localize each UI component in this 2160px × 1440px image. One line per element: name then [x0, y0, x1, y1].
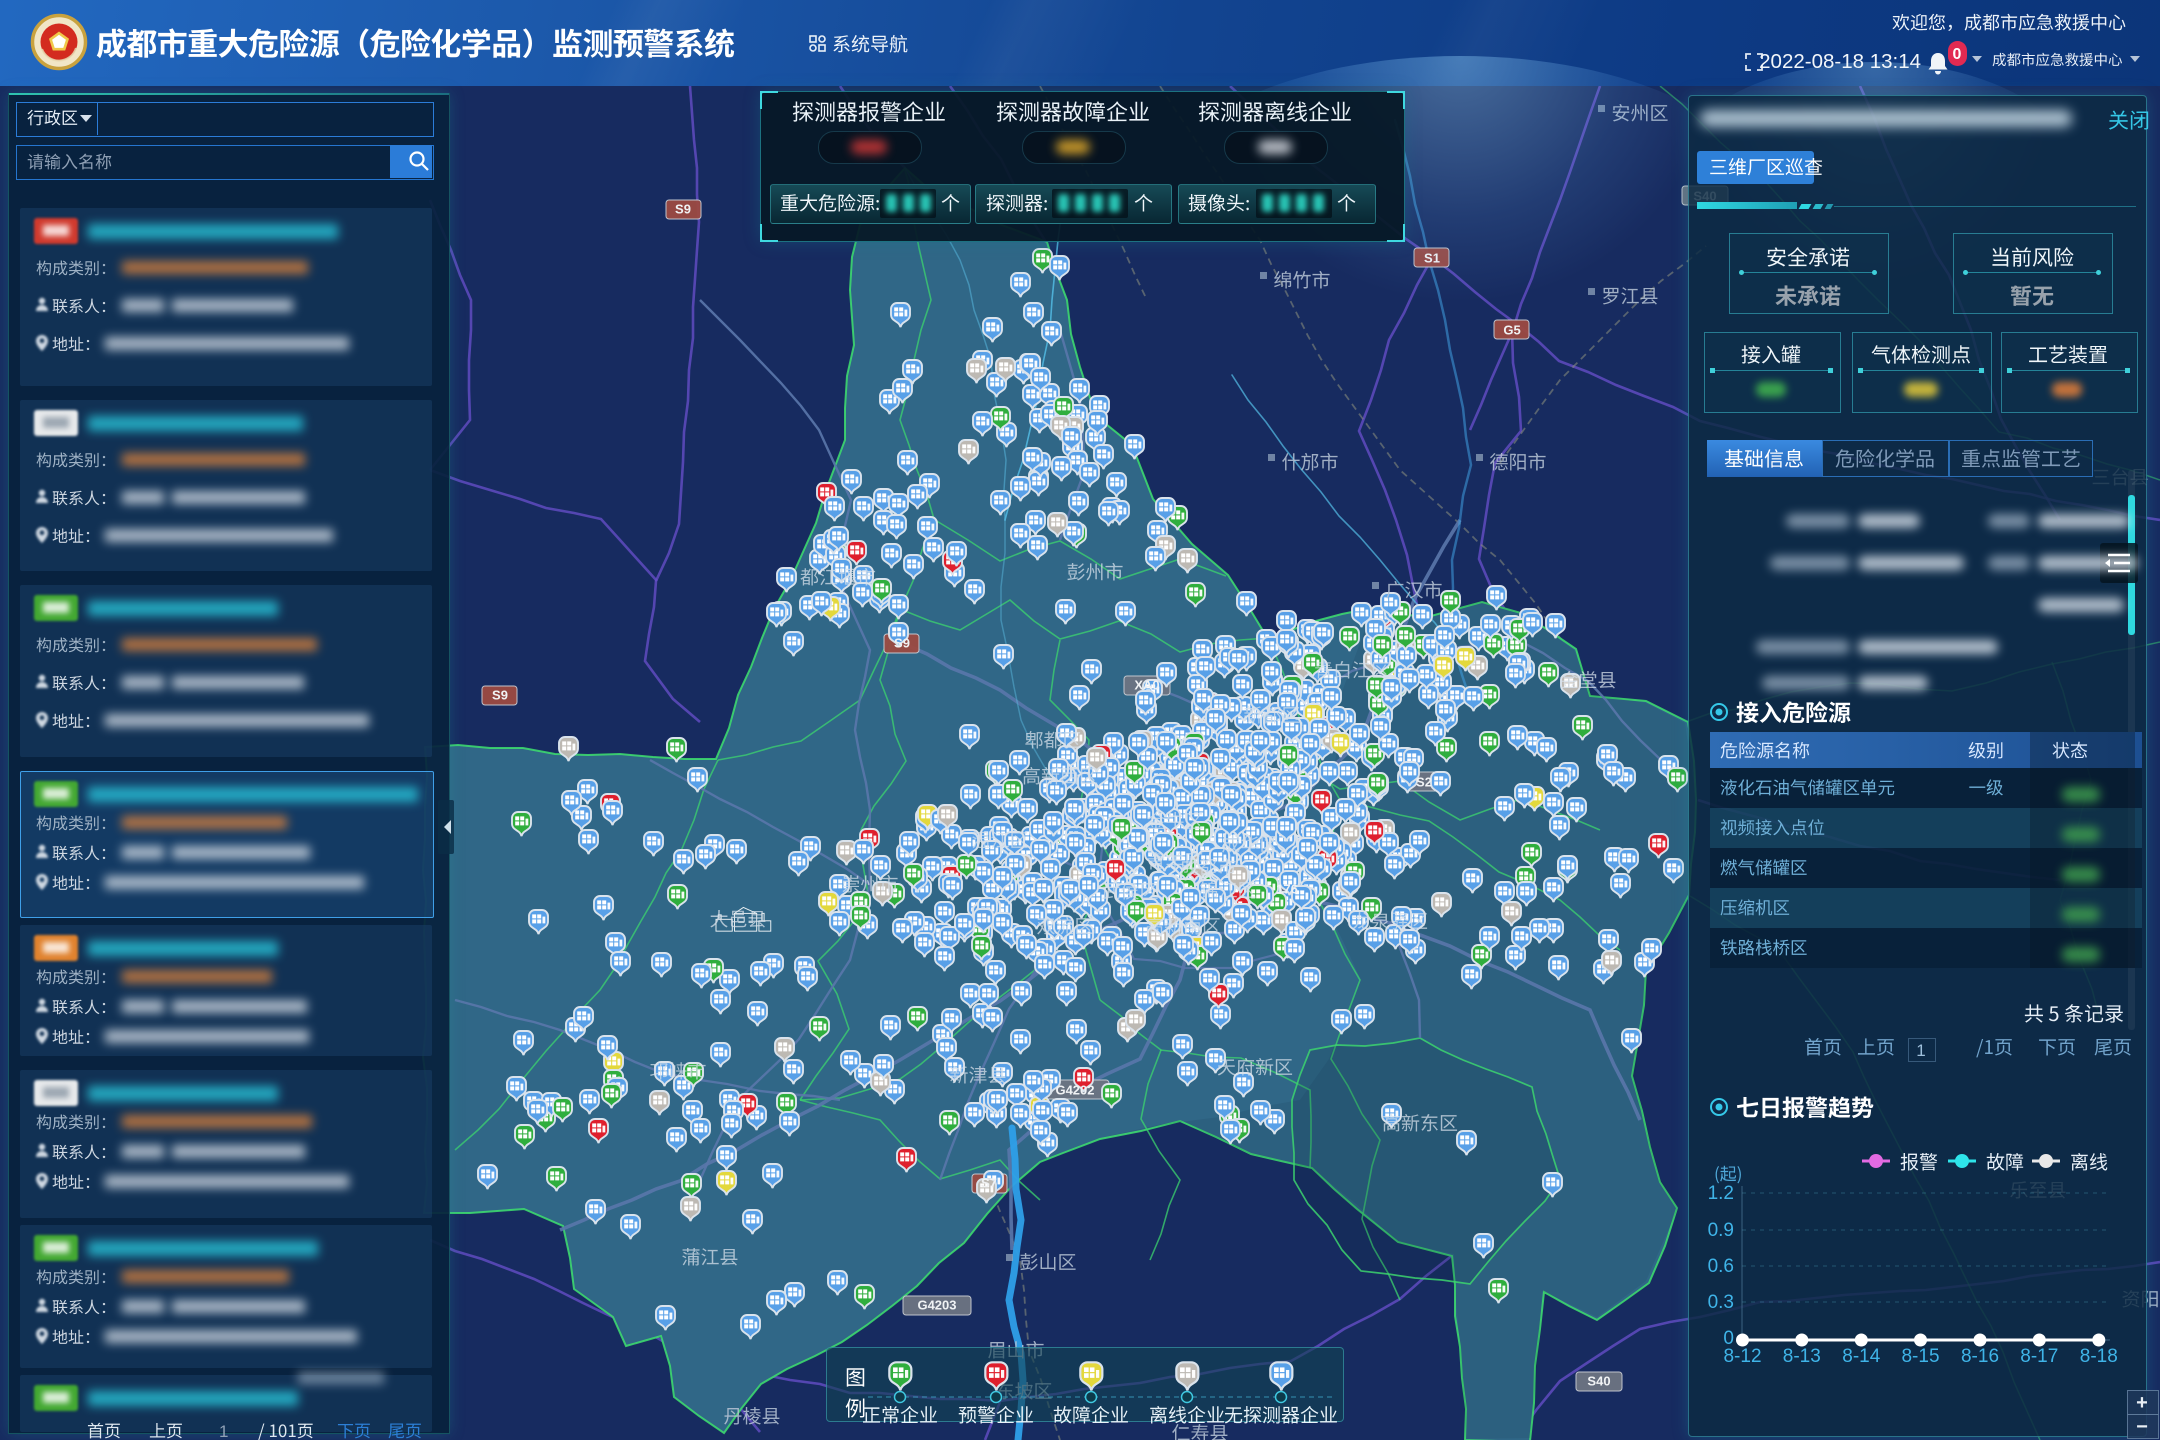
svg-text:G5: G5 [1503, 323, 1520, 338]
svg-text:S9: S9 [492, 688, 508, 703]
svg-text:S40: S40 [1587, 1374, 1610, 1389]
svg-text:XA0: XA0 [1134, 678, 1159, 693]
svg-text:S1: S1 [1424, 251, 1440, 266]
svg-text:G4203: G4203 [917, 1298, 956, 1313]
svg-text:G4202: G4202 [1055, 1083, 1094, 1098]
svg-text:S2: S2 [1416, 775, 1432, 790]
svg-text:S9: S9 [675, 202, 691, 217]
svg-text:S9: S9 [894, 636, 910, 651]
svg-text:176: 176 [1276, 882, 1298, 897]
svg-text:S7: S7 [981, 1176, 997, 1191]
